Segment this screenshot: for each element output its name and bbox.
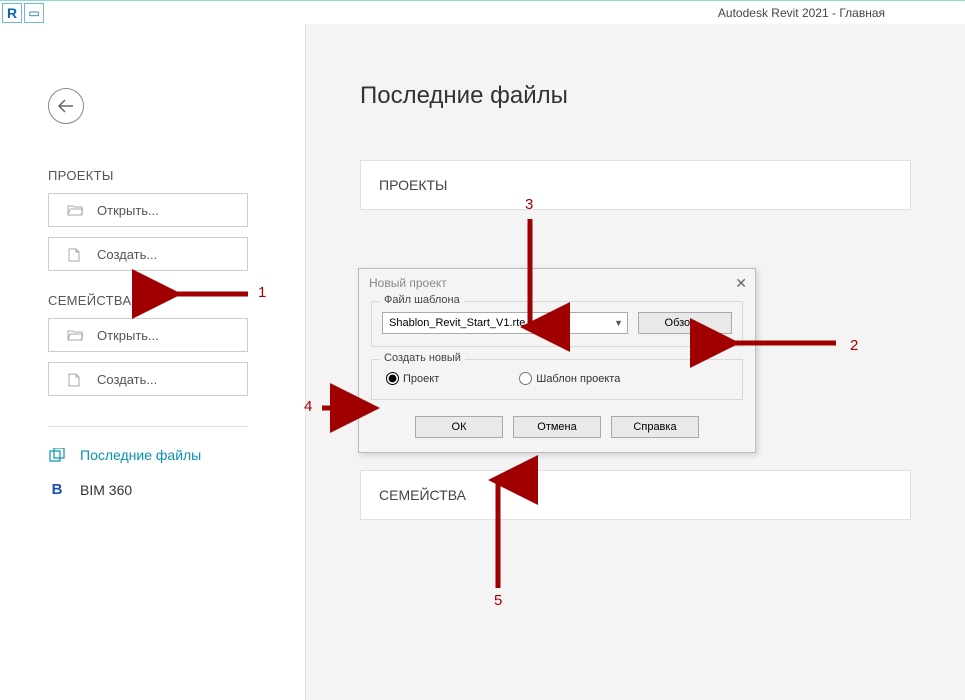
radio-label: Шаблон проекта	[536, 373, 620, 385]
arrow-left-icon	[57, 99, 75, 113]
sidebar-projects-title: ПРОЕКТЫ	[48, 168, 305, 183]
button-label: Открыть...	[97, 328, 159, 343]
annotation-2: 2	[850, 337, 858, 354]
create-new-fieldset: Создать новый Проект Шаблон проекта	[371, 359, 743, 400]
sidebar-divider	[48, 426, 248, 427]
titlebar: R ▭ Autodesk Revit 2021 - Главная	[0, 0, 965, 24]
dialog-title-text: Новый проект	[369, 276, 447, 290]
annotation-1: 1	[258, 284, 266, 301]
annotation-arrow-2	[720, 333, 840, 353]
families-open-button[interactable]: Открыть...	[48, 318, 248, 352]
card-title: СЕМЕЙСТВА	[379, 487, 466, 503]
radio-template-input[interactable]	[519, 372, 532, 385]
nav-recent-files[interactable]: Последние файлы	[48, 447, 305, 463]
annotation-4: 4	[304, 398, 312, 415]
file-new-icon	[67, 248, 83, 260]
radio-project-input[interactable]	[386, 372, 399, 385]
window-title: Autodesk Revit 2021 - Главная	[46, 6, 965, 20]
close-icon[interactable]: ✕	[735, 275, 747, 292]
projects-create-button[interactable]: Создать...	[48, 237, 248, 271]
file-new-icon	[67, 373, 83, 385]
annotation-arrow-5	[488, 472, 508, 592]
bim360-icon: B	[48, 481, 66, 498]
nav-label: BIM 360	[80, 482, 132, 498]
button-label: Обзор...	[665, 317, 706, 329]
template-file-fieldset: Файл шаблона Shablon_Revit_Start_V1.rte …	[371, 301, 743, 347]
annotation-5: 5	[494, 592, 502, 609]
create-new-legend: Создать новый	[380, 352, 465, 364]
titlebar-left-icons: R ▭	[0, 3, 46, 23]
nav-bim360[interactable]: B BIM 360	[48, 481, 305, 498]
ok-button[interactable]: ОК	[415, 416, 503, 438]
button-label: Создать...	[97, 247, 157, 262]
families-create-button[interactable]: Создать...	[48, 362, 248, 396]
new-project-dialog: Новый проект ✕ Файл шаблона Shablon_Revi…	[358, 268, 756, 453]
families-card-header: СЕМЕЙСТВА	[360, 470, 911, 520]
browse-button[interactable]: Обзор...	[638, 312, 732, 334]
nav-label: Последние файлы	[80, 447, 201, 463]
radio-project-template[interactable]: Шаблон проекта	[519, 372, 620, 385]
dialog-button-row: ОК Отмена Справка	[371, 412, 743, 438]
card-title: ПРОЕКТЫ	[379, 177, 447, 193]
annotation-arrow-4	[318, 398, 378, 418]
cancel-button[interactable]: Отмена	[513, 416, 601, 438]
annotation-arrow-3	[520, 215, 540, 335]
annotation-arrow-1	[162, 284, 252, 304]
template-combobox[interactable]: Shablon_Revit_Start_V1.rte ▼	[382, 312, 628, 334]
chevron-down-icon: ▼	[614, 318, 627, 328]
page-title: Последние файлы	[360, 82, 965, 110]
button-label: Справка	[633, 421, 676, 433]
button-label: Отмена	[537, 421, 576, 433]
projects-open-button[interactable]: Открыть...	[48, 193, 248, 227]
folder-open-icon	[67, 204, 83, 216]
folder-open-icon	[67, 329, 83, 341]
button-label: Открыть...	[97, 203, 159, 218]
projects-card-header: ПРОЕКТЫ	[360, 160, 911, 210]
back-button[interactable]	[48, 88, 84, 124]
template-legend: Файл шаблона	[380, 294, 464, 306]
sidebar: ПРОЕКТЫ Открыть... Создать... СЕМЕЙСТВА …	[0, 24, 306, 700]
combobox-value: Shablon_Revit_Start_V1.rte	[389, 317, 525, 329]
button-label: Создать...	[97, 372, 157, 387]
help-button[interactable]: Справка	[611, 416, 699, 438]
annotation-3: 3	[525, 196, 533, 213]
radio-label: Проект	[403, 373, 439, 385]
recent-files-icon	[48, 448, 66, 462]
home-small-icon[interactable]: ▭	[24, 3, 44, 23]
button-label: ОК	[452, 421, 467, 433]
radio-project[interactable]: Проект	[386, 372, 439, 385]
revit-logo-icon[interactable]: R	[2, 3, 22, 23]
dialog-titlebar[interactable]: Новый проект ✕	[359, 269, 755, 297]
